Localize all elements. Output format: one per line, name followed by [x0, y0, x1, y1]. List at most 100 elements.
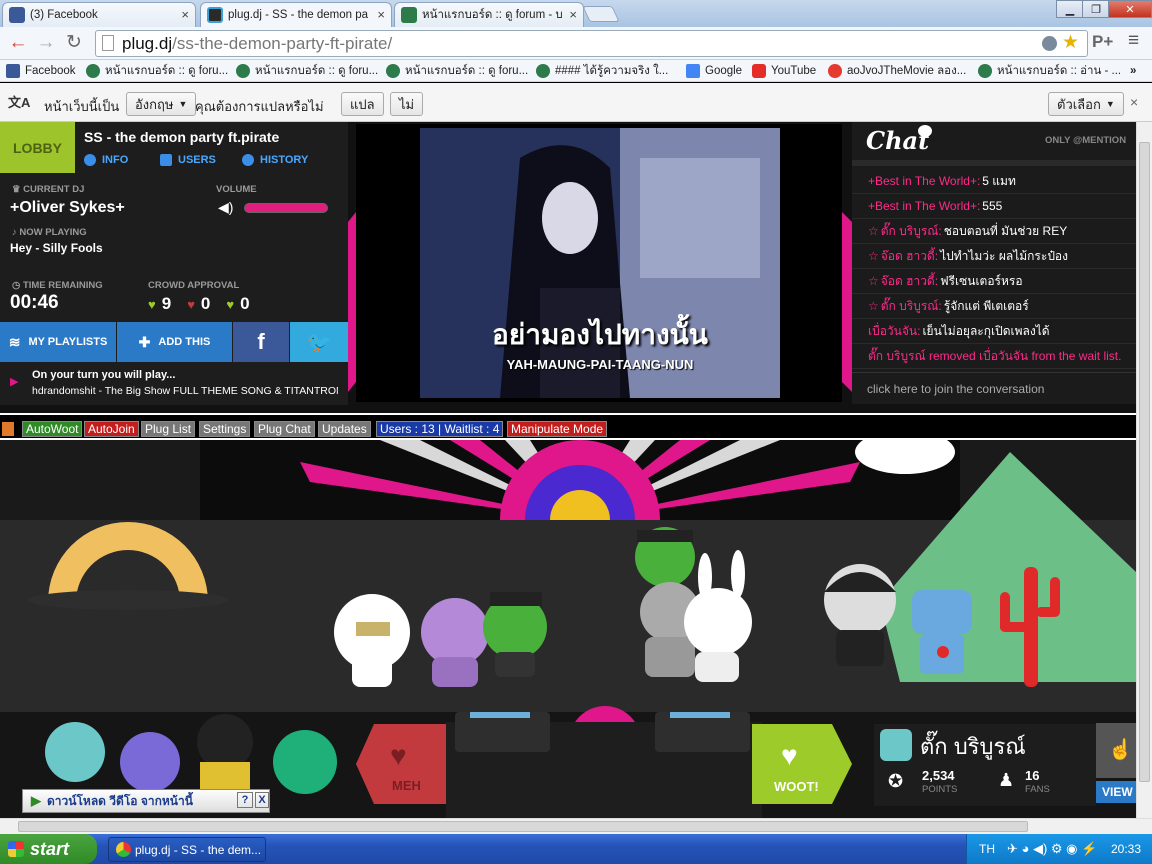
time-label: ◷ TIME REMAINING [12, 280, 103, 291]
forum-icon [386, 64, 400, 78]
updates-button[interactable]: Updates [318, 421, 371, 437]
tab-history[interactable]: HISTORY [242, 154, 308, 166]
bookmark-item[interactable]: หน้าแรกบอร์ด :: ดู foru... [386, 62, 528, 80]
tab-users[interactable]: USERS [160, 154, 216, 166]
users-waitlist-counter[interactable]: Users : 13 | Waitlist : 4 [376, 421, 504, 437]
tray-icons[interactable]: ✈ ◕ ◀) ⚙ ◉ ⚡ [1007, 841, 1097, 857]
bookmarks-more[interactable]: » [1130, 62, 1136, 80]
lobby-button[interactable]: LOBBY [0, 122, 75, 173]
new-tab-button[interactable] [582, 6, 620, 22]
woot-count: 9 [161, 294, 172, 313]
tab-title: (3) Facebook [30, 9, 98, 21]
vertical-scrollbar[interactable] [1136, 122, 1152, 818]
settings-button[interactable]: Settings [199, 421, 251, 437]
tab-forum[interactable]: หน้าแรกบอร์ด :: ดู forum - บล × [394, 2, 584, 27]
close-icon[interactable]: × [1130, 94, 1138, 110]
facebook-share-button[interactable]: f [233, 322, 289, 362]
tab-plugdj[interactable]: plug.dj - SS - the demon part × [200, 2, 392, 27]
plug-chat-button[interactable]: Plug Chat [254, 421, 315, 437]
wait-list-button[interactable]: ☝ [1096, 723, 1136, 778]
chat-bubble-icon [918, 125, 932, 137]
taskbar-item-chrome[interactable]: plug.dj - SS - the dem... [108, 837, 266, 862]
close-icon[interactable]: × [377, 7, 385, 22]
broken-heart-icon: ♥ [390, 740, 407, 771]
chevron-down-icon: ▼ [1105, 99, 1115, 109]
bookmark-item[interactable]: หน้าแรกบอร์ด :: ดู foru... [236, 62, 378, 80]
chat-text: ฟรีเซนเตอร์หรอ [940, 273, 1023, 288]
language-indicator[interactable]: TH [979, 842, 995, 856]
twitter-share-button[interactable]: 🐦 [290, 322, 348, 362]
add-this-button[interactable]: ✚ ADD THIS [117, 322, 232, 362]
plug-list-button[interactable]: Plug List [141, 421, 196, 437]
volume-slider[interactable] [244, 203, 328, 213]
current-dj-label: ♛ CURRENT DJ [12, 184, 85, 195]
my-playlists-button[interactable]: ≋ MY PLAYLISTS [0, 322, 116, 362]
bookmark-item[interactable]: หน้าแรกบอร์ด :: อ่าน - ... [978, 62, 1121, 80]
manipulate-mode-button[interactable]: Manipulate Mode [507, 421, 608, 437]
chat-user[interactable]: ตั๊ก บริบูรณ์: [881, 222, 942, 241]
forward-icon[interactable]: → [34, 33, 58, 53]
minimize-button[interactable]: ▁ [1056, 0, 1084, 18]
star-icon[interactable]: ★ [1062, 31, 1079, 54]
no-translate-button[interactable]: ไม่ [390, 92, 424, 116]
extension-icon[interactable] [1042, 36, 1057, 51]
chat-text: 5 แมท [982, 173, 1016, 188]
bookmark-label: #### ได้รู้ความจริง ใ... [555, 65, 669, 77]
start-button[interactable]: start [0, 834, 97, 864]
next-label: On your turn you will play... [32, 369, 176, 381]
volume-fill [245, 204, 327, 212]
help-button[interactable]: ? [237, 792, 253, 808]
tab-facebook[interactable]: (3) Facebook × [2, 2, 196, 27]
horizontal-scrollbar[interactable] [0, 818, 1152, 834]
menu-icon[interactable]: ≡ [1128, 30, 1139, 52]
speaker-icon[interactable]: ◀) [218, 199, 233, 216]
close-icon[interactable]: × [569, 7, 577, 22]
video-download-bar: ▶ ดาวน์โหลด วีดีโอ จากหน้านี้ ? X [22, 789, 270, 813]
bookmark-item[interactable]: Google [686, 62, 742, 80]
back-icon[interactable]: ← [6, 33, 30, 53]
bookmark-item[interactable]: YouTube [752, 62, 816, 80]
avatar[interactable] [880, 729, 912, 761]
crowd-approval: ♥ 9 ♥ 0 ♥ 0 [148, 294, 250, 314]
points-label: POINTS [922, 784, 958, 795]
window-close-button[interactable]: ✕ [1108, 0, 1152, 18]
chat-input[interactable]: click here to join the conversation [852, 372, 1136, 404]
twitter-icon: 🐦 [306, 331, 332, 354]
maximize-button[interactable]: ❐ [1082, 0, 1110, 18]
chat-user[interactable]: จ๊อด ฮาวดี้: [881, 247, 938, 266]
translate-button[interactable]: แปล [341, 92, 384, 116]
chat-message: เบื่อวันจัน: เย็นไม่อยุละกุเปิดเพลงได้ [852, 319, 1136, 344]
now-playing-label: ♪ NOW PLAYING [12, 227, 87, 238]
scroll-thumb[interactable] [1139, 142, 1150, 782]
translate-options-button[interactable]: ตัวเลือก ▼ [1048, 92, 1124, 116]
bookmark-item[interactable]: หน้าแรกบอร์ด :: ดู foru... [86, 62, 228, 80]
bookmark-item[interactable]: aoJvoJTheMovie ลอง... [828, 62, 966, 80]
chat-user[interactable]: จ๊อด ฮาวดี้: [881, 272, 938, 291]
chat-user[interactable]: เบื่อวันจัน: [868, 322, 920, 341]
facebook-icon: f [257, 329, 265, 354]
google-plus-icon[interactable]: P+ [1092, 32, 1113, 52]
bookmark-item[interactable]: Facebook [6, 62, 76, 80]
reload-icon[interactable]: ↻ [62, 33, 86, 53]
bookmark-item[interactable]: #### ได้รู้ความจริง ใ... [536, 62, 668, 80]
chat-user[interactable]: ตั๊ก บริบูรณ์: [881, 297, 942, 316]
close-button[interactable]: X [255, 792, 269, 808]
users-icon [160, 154, 172, 166]
chat-user[interactable]: +Best in The World+: [868, 174, 980, 188]
chat-user[interactable]: +Best in The World+: [868, 199, 980, 213]
autojoin-button[interactable]: AutoJoin [84, 421, 139, 437]
meh-heart-icon: ♥ [187, 296, 195, 312]
tab-info[interactable]: INFO [84, 154, 128, 166]
address-bar[interactable]: plug.dj/ss-the-demon-party-ft-pirate/ ★ [95, 30, 1088, 57]
view-button[interactable]: VIEW [1096, 781, 1136, 803]
forum-icon [86, 64, 100, 78]
only-mention-toggle[interactable]: ONLY @MENTION [1045, 135, 1126, 146]
close-icon[interactable]: × [181, 7, 189, 22]
time-remaining: 00:46 [10, 292, 59, 313]
fans-label: FANS [1025, 784, 1050, 795]
download-video-button[interactable]: ดาวน์โหลด วีดีโอ จากหน้านี้ [47, 792, 193, 811]
scroll-thumb[interactable] [18, 821, 1028, 832]
language-select[interactable]: อังกฤษ ▼ [126, 92, 197, 116]
autowoot-button[interactable]: AutoWoot [22, 421, 83, 437]
chat-text: รู้จักแต่ พีเตเตอร์ [943, 298, 1029, 313]
